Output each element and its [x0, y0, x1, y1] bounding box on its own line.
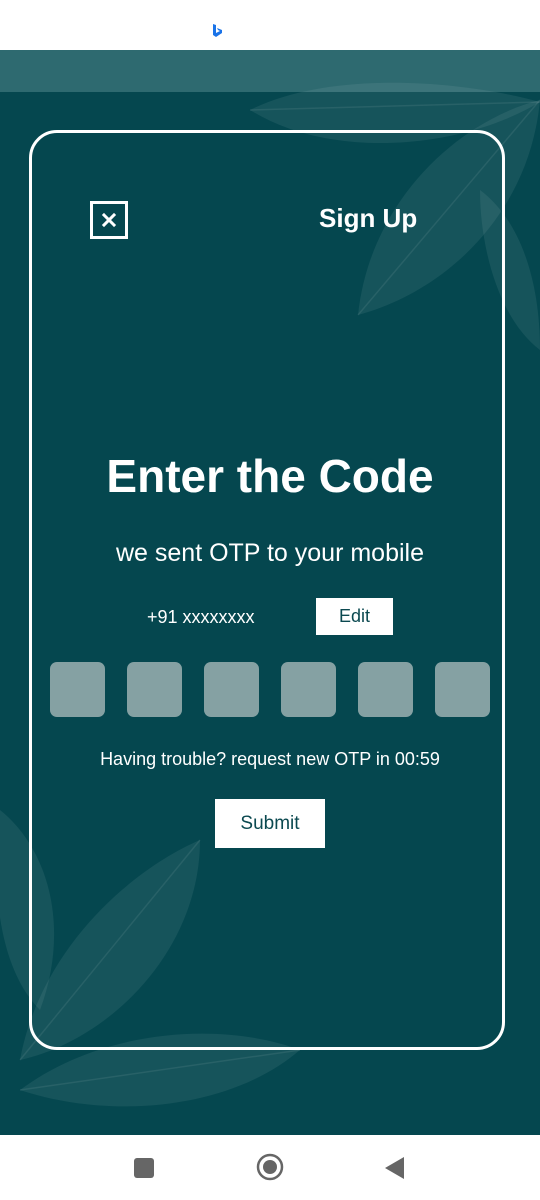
- close-icon: [101, 212, 117, 228]
- status-bar: [0, 0, 540, 50]
- home-button[interactable]: [256, 1153, 284, 1186]
- otp-digit-2[interactable]: [127, 662, 182, 717]
- page-title: Enter the Code: [106, 450, 434, 502]
- back-button[interactable]: [384, 1156, 406, 1185]
- recents-button[interactable]: [133, 1157, 155, 1184]
- navigation-bar: [0, 1135, 540, 1200]
- back-icon: [385, 1157, 404, 1179]
- bing-icon: [213, 24, 222, 37]
- edit-button[interactable]: Edit: [316, 598, 393, 635]
- phone-number: +91 xxxxxxxx: [147, 607, 255, 627]
- otp-digit-3[interactable]: [204, 662, 259, 717]
- otp-sent-subtitle: we sent OTP to your mobile: [115, 539, 424, 567]
- signup-card: [29, 130, 505, 1050]
- otp-digit-5[interactable]: [358, 662, 413, 717]
- close-button[interactable]: [90, 201, 128, 239]
- otp-digit-4[interactable]: [281, 662, 336, 717]
- sign-up-link[interactable]: Sign Up: [319, 201, 417, 235]
- submit-button[interactable]: Submit: [215, 799, 325, 848]
- resend-otp-text[interactable]: Having trouble? request new OTP in 00:59: [0, 747, 540, 771]
- home-icon: [256, 1153, 284, 1181]
- otp-digit-1[interactable]: [50, 662, 105, 717]
- otp-digit-6[interactable]: [435, 662, 490, 717]
- recents-icon: [134, 1158, 154, 1178]
